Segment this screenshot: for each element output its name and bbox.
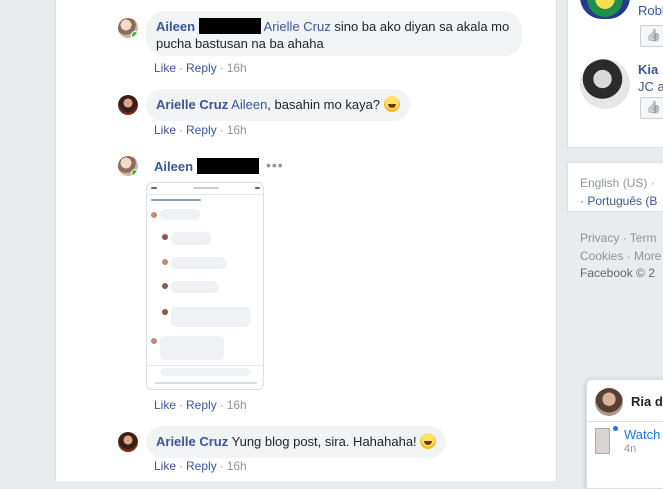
comment-bubble: Arielle Cruz Aileen, basahin mo kaya? — [146, 89, 410, 121]
comment-text: Yung blog post, sira. Hahahaha! — [231, 434, 421, 449]
reply-link[interactable]: Reply — [186, 398, 217, 412]
comment-text: , basahin mo kaya? — [267, 97, 384, 112]
language-portuguese[interactable]: · Português (B — [580, 192, 657, 210]
laughing-emoji-icon — [383, 96, 400, 112]
comment-author[interactable]: Arielle Cruz — [156, 434, 228, 449]
avatar[interactable] — [118, 18, 138, 38]
friend-avatar[interactable] — [580, 0, 630, 19]
timestamp[interactable]: 16h — [227, 459, 247, 473]
watch-link[interactable]: Watch — [624, 427, 660, 442]
laughing-emoji-icon — [420, 433, 437, 449]
online-indicator — [131, 169, 138, 176]
online-indicator — [131, 31, 138, 38]
like-link[interactable]: Like — [154, 61, 176, 75]
reply-link[interactable]: Reply — [186, 61, 217, 75]
unread-indicator — [613, 426, 618, 431]
friend-name[interactable]: Kia — [638, 62, 658, 77]
friend-subtitle[interactable]: JC a — [638, 79, 663, 94]
more-options-icon[interactable]: ••• — [266, 157, 284, 173]
comment-actions: Like · Reply · 16h — [154, 398, 247, 412]
footer-links[interactable]: Privacy · Term — [580, 229, 656, 247]
timestamp[interactable]: 16h — [227, 61, 247, 75]
comment-author[interactable]: Aileen — [154, 159, 193, 174]
comment-author[interactable]: Arielle Cruz — [156, 97, 228, 112]
comment-author[interactable]: Aileen — [156, 19, 195, 34]
timestamp[interactable]: 16h — [227, 123, 247, 137]
comment-actions: Like · Reply · 16h — [154, 61, 247, 75]
comment-actions: Like · Reply · 16h — [154, 459, 247, 473]
mention-link[interactable]: Arielle Cruz — [264, 19, 331, 34]
like-page-button[interactable] — [640, 97, 663, 119]
footer-copyright: Facebook © 2 — [580, 266, 655, 280]
timestamp[interactable]: 16h — [227, 398, 247, 412]
reply-link[interactable]: Reply — [186, 459, 217, 473]
comment-header: Aileen — [154, 158, 259, 174]
reply-link[interactable]: Reply — [186, 123, 217, 137]
chat-popup[interactable]: Ria d Watch 4n — [586, 379, 663, 489]
like-link[interactable]: Like — [154, 398, 176, 412]
avatar[interactable] — [118, 95, 138, 115]
like-link[interactable]: Like — [154, 459, 176, 473]
mention-link[interactable]: Aileen — [231, 97, 267, 112]
comment-actions: Like · Reply · 16h — [154, 123, 247, 137]
friend-suggestions-card: Robl Kia JC a — [567, 0, 663, 148]
avatar[interactable] — [118, 156, 138, 176]
comments-panel — [55, 0, 557, 481]
avatar[interactable] — [118, 432, 138, 452]
chat-contact-name[interactable]: Ria d — [631, 394, 663, 409]
attached-screenshot-image[interactable] — [146, 182, 264, 390]
video-thumbnail-icon[interactable] — [595, 428, 610, 454]
comment-bubble: Aileen Arielle Cruz sino ba ako diyan sa… — [146, 11, 522, 56]
redacted-name — [196, 158, 259, 174]
redacted-name — [198, 18, 261, 34]
like-page-button[interactable] — [640, 25, 663, 47]
language-card: English (US) · · Português (B — [567, 162, 663, 212]
chat-avatar[interactable] — [595, 388, 623, 416]
comment-bubble: Arielle Cruz Yung blog post, sira. Hahah… — [146, 426, 447, 458]
like-link[interactable]: Like — [154, 123, 176, 137]
language-english[interactable]: English (US) · — [580, 174, 655, 192]
footer-links[interactable]: Cookies · More — [580, 247, 661, 265]
friend-name[interactable]: Robl — [638, 3, 663, 18]
friend-avatar[interactable] — [580, 59, 630, 109]
chat-timestamp: 4n — [624, 443, 637, 455]
